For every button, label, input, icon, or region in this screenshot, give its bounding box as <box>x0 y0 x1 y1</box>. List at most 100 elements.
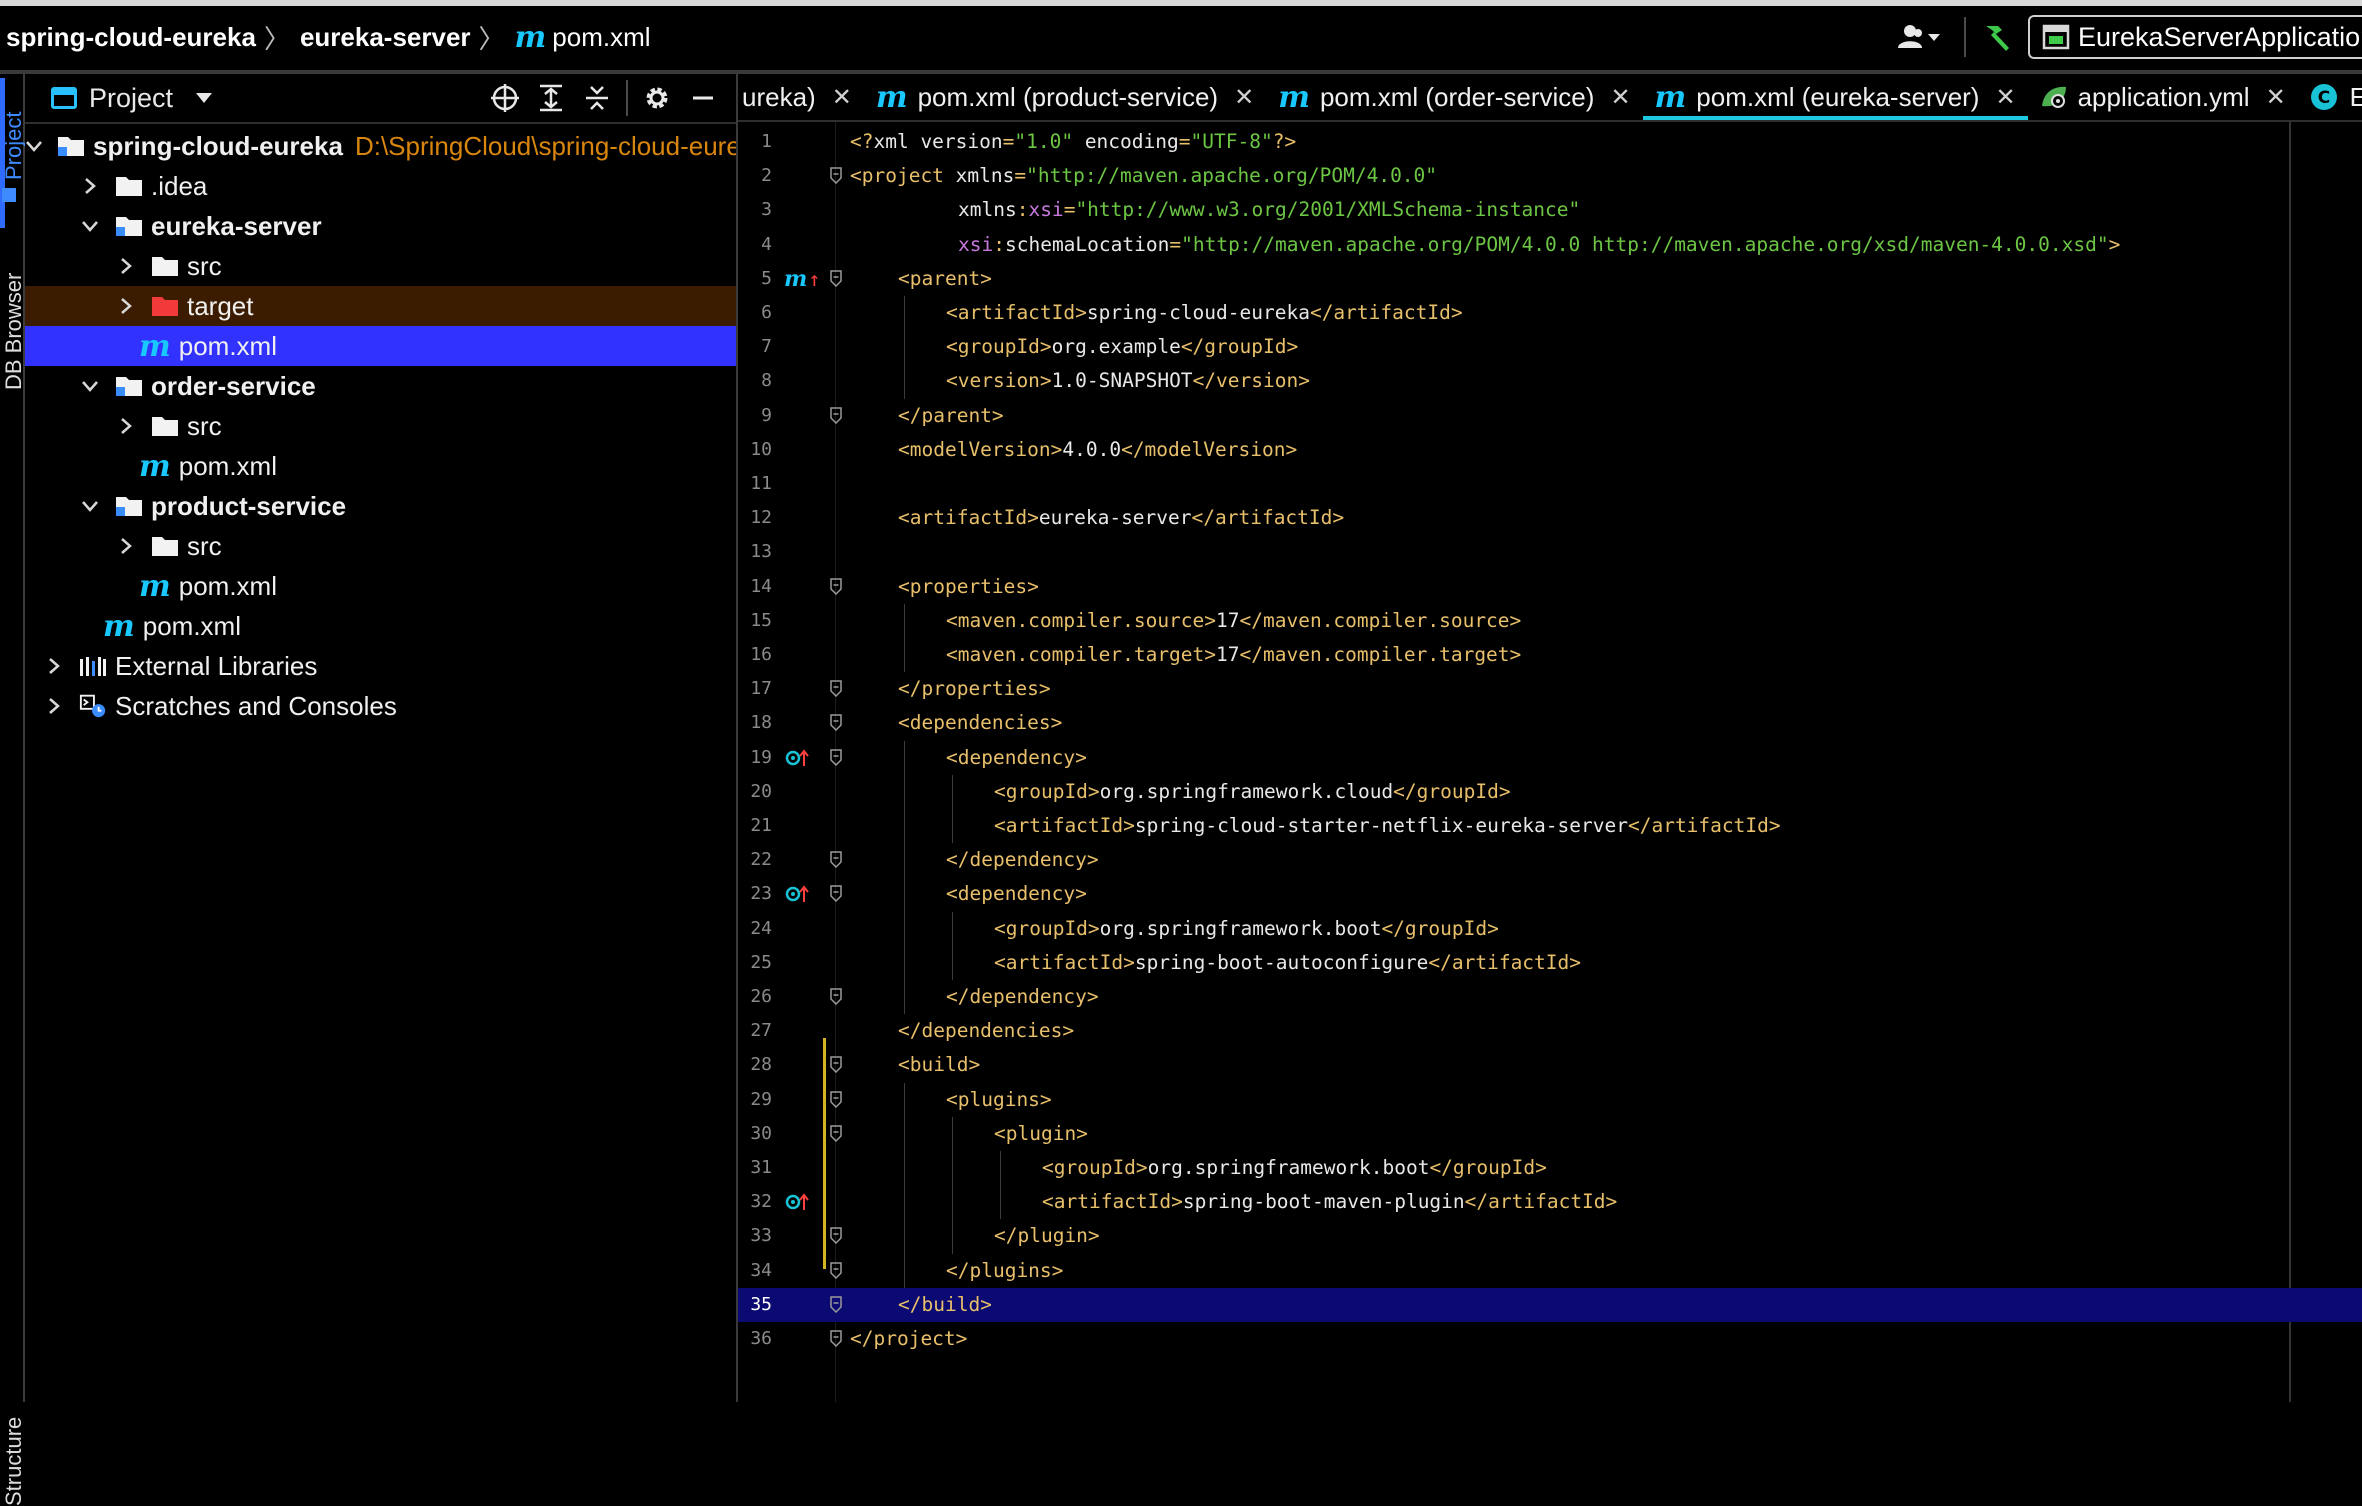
fold-marker-icon[interactable] <box>830 1296 842 1313</box>
side-tab-structure[interactable]: Structure <box>1 1417 27 1506</box>
fold-marker-icon[interactable] <box>830 680 842 698</box>
fold-marker-icon[interactable] <box>830 167 842 185</box>
tree-node-external-libraries[interactable]: External Libraries <box>25 646 736 686</box>
gear-icon[interactable] <box>634 78 680 118</box>
side-tab-project[interactable]: Project <box>1 112 27 180</box>
tree-node-pom-order-service[interactable]: m pom.xml <box>25 446 736 486</box>
code-line[interactable]: 35 </build> <box>738 1287 2362 1322</box>
fold-marker-icon[interactable] <box>830 714 842 732</box>
code-line[interactable]: 26 </dependency> <box>738 980 2362 1014</box>
code-line[interactable]: 5 m ↑ <parent> <box>738 262 2362 296</box>
code-line[interactable]: 12 <artifactId>eureka-server</artifactId> <box>738 501 2362 535</box>
fold-marker-icon[interactable] <box>830 1330 842 1347</box>
tree-node-product-service[interactable]: product-service <box>25 486 736 526</box>
code-line[interactable]: 11 <box>738 467 2362 501</box>
tree-node-target[interactable]: target <box>25 286 736 326</box>
expand-all-icon[interactable] <box>528 78 574 118</box>
code-line[interactable]: 30 <plugin> <box>738 1117 2362 1151</box>
project-view-selector[interactable]: Project <box>51 83 213 114</box>
code-line[interactable]: 9 </parent> <box>738 399 2362 433</box>
code-line[interactable]: 8 <version>1.0-SNAPSHOT</version> <box>738 364 2362 398</box>
fold-marker-icon[interactable] <box>830 406 842 424</box>
fold-marker-icon[interactable] <box>830 577 842 595</box>
fold-marker-icon[interactable] <box>830 748 842 766</box>
code-line[interactable]: 2 <project xmlns="http://maven.apache.org… <box>738 159 2362 193</box>
code-line[interactable]: 13 <box>738 535 2362 569</box>
code-line[interactable]: 17 </properties> <box>738 672 2362 706</box>
code-line[interactable]: 3 xmlns:xsi="http://www.w3.org/2001/XMLSc… <box>738 193 2362 227</box>
tree-node-src[interactable]: src <box>25 526 736 566</box>
code-line[interactable]: 20 <groupId>org.springframework.cloud</gr… <box>738 775 2362 809</box>
minimize-icon[interactable] <box>680 78 726 118</box>
code-line[interactable]: 6 <artifactId>spring-cloud-eureka</artifa… <box>738 296 2362 330</box>
editor-tab[interactable]: C Eu <box>2298 74 2362 120</box>
code-editor[interactable]: 1 <?xml version="1.0" encoding="UTF-8"?> 2… <box>738 122 2362 1402</box>
close-icon[interactable]: ✕ <box>1234 83 1254 112</box>
run-configuration-selector[interactable]: EurekaServerApplication <box>2028 15 2362 59</box>
fold-marker-icon[interactable] <box>830 1090 842 1108</box>
tree-node-eureka-server[interactable]: eureka-server <box>25 206 736 246</box>
override-up-icon[interactable] <box>784 1185 814 1219</box>
code-line[interactable]: 27 </dependencies> <box>738 1014 2362 1048</box>
chevron-right-icon[interactable] <box>79 175 101 197</box>
editor-tab[interactable]: ureka) ✕ <box>738 74 864 120</box>
user-menu-icon[interactable] <box>1894 22 1946 52</box>
close-icon[interactable]: ✕ <box>2266 83 2286 112</box>
fold-marker-icon[interactable] <box>830 885 842 903</box>
fold-marker-icon[interactable] <box>830 988 842 1005</box>
build-hammer-icon[interactable] <box>1980 20 2014 54</box>
editor-tab[interactable]: application.yml ✕ <box>2028 74 2298 120</box>
code-line[interactable]: 23 <dependency> <box>738 877 2362 911</box>
chevron-down-icon[interactable] <box>79 375 101 397</box>
fold-marker-icon[interactable] <box>830 1056 842 1074</box>
side-tab-db-browser[interactable]: DB Browser <box>1 273 27 390</box>
code-line[interactable]: 29 <plugins> <box>738 1083 2362 1117</box>
chevron-down-icon[interactable] <box>79 215 101 237</box>
chevron-right-icon[interactable] <box>43 655 65 677</box>
code-line[interactable]: 32 <artifactId>spring-boot-maven-plugin</… <box>738 1185 2362 1219</box>
override-up-icon[interactable] <box>784 877 814 911</box>
code-line[interactable]: 16 <maven.compiler.target>17</maven.compi… <box>738 638 2362 672</box>
breadcrumb-root[interactable]: spring-cloud-eureka <box>6 22 256 53</box>
chevron-right-icon[interactable] <box>115 535 137 557</box>
editor-tab[interactable]: m pom.xml (product-service) ✕ <box>864 74 1266 120</box>
fold-marker-icon[interactable] <box>830 851 842 869</box>
chevron-down-icon[interactable] <box>79 495 101 517</box>
close-icon[interactable]: ✕ <box>832 83 852 112</box>
chevron-right-icon[interactable] <box>115 255 137 277</box>
fold-marker-icon[interactable] <box>830 1125 842 1142</box>
code-line[interactable]: 4 xsi:schemaLocation="http://maven.apache… <box>738 228 2362 262</box>
code-line[interactable]: 36 </project> <box>738 1322 2362 1356</box>
fold-marker-icon[interactable] <box>830 1261 842 1279</box>
maven-parent-nav-icon[interactable]: m ↑ <box>784 262 820 296</box>
close-icon[interactable]: ✕ <box>1995 83 2015 112</box>
code-line[interactable]: 7 <groupId>org.example</groupId> <box>738 330 2362 364</box>
locate-crosshair-icon[interactable] <box>482 78 528 118</box>
tree-node-pom-product-service[interactable]: m pom.xml <box>25 566 736 606</box>
tree-node-pom-eureka-server[interactable]: m pom.xml <box>25 326 736 366</box>
code-line[interactable]: 21 <artifactId>spring-cloud-starter-netfl… <box>738 809 2362 843</box>
code-line[interactable]: 1 <?xml version="1.0" encoding="UTF-8"?> <box>738 125 2362 159</box>
tree-node-pom-root[interactable]: m pom.xml <box>25 606 736 646</box>
override-up-icon[interactable] <box>784 741 814 775</box>
tree-node-src[interactable]: src <box>25 246 736 286</box>
chevron-right-icon[interactable] <box>115 295 137 317</box>
code-line[interactable]: 24 <groupId>org.springframework.boot</gro… <box>738 912 2362 946</box>
code-line[interactable]: 33 </plugin> <box>738 1219 2362 1253</box>
chevron-right-icon[interactable] <box>115 415 137 437</box>
fold-marker-icon[interactable] <box>830 270 842 287</box>
code-line[interactable]: 18 <dependencies> <box>738 706 2362 740</box>
editor-tab-active[interactable]: m pom.xml (eureka-server) ✕ <box>1642 74 2028 120</box>
collapse-all-icon[interactable] <box>574 78 620 118</box>
code-line[interactable]: 31 <groupId>org.springframework.boot</gro… <box>738 1151 2362 1185</box>
code-line[interactable]: 28 <build> <box>738 1048 2362 1082</box>
chevron-right-icon[interactable] <box>43 695 65 717</box>
breadcrumb-module[interactable]: eureka-server <box>300 22 471 53</box>
code-line[interactable]: 10 <modelVersion>4.0.0</modelVersion> <box>738 433 2362 467</box>
code-line[interactable]: 19 <dependency> <box>738 741 2362 775</box>
code-line[interactable]: 15 <maven.compiler.source>17</maven.compi… <box>738 604 2362 638</box>
code-line[interactable]: 22 </dependency> <box>738 843 2362 877</box>
code-line[interactable]: 25 <artifactId>spring-boot-autoconfigure<… <box>738 946 2362 980</box>
code-line[interactable]: 34 </plugins> <box>738 1254 2362 1288</box>
chevron-down-icon[interactable] <box>25 135 43 157</box>
